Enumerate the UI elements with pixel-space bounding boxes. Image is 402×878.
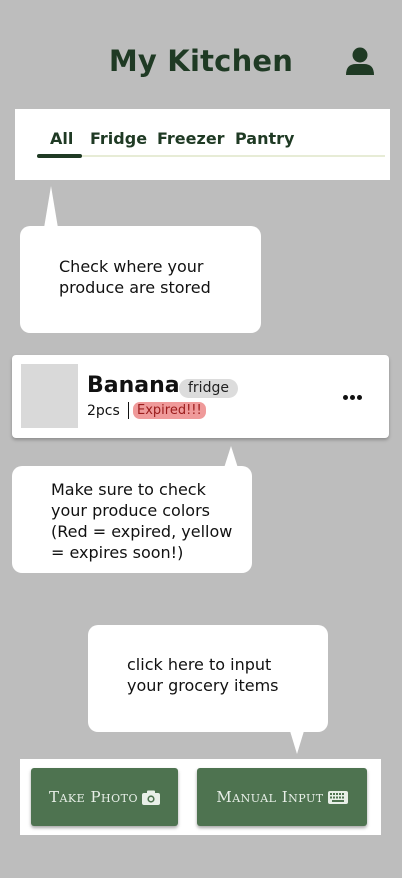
tab-fridge[interactable]: Fridge [90,129,147,148]
keyboard-icon [327,790,348,804]
tooltip-colors-line: Make sure to check [51,480,206,499]
expiry-status-badge: Expired!!! [133,402,206,419]
more-horizontal-icon[interactable] [343,385,369,405]
manual-input-label: Manual Input [216,788,324,806]
tab-freezer[interactable]: Freezer [157,129,225,148]
tooltip-colors-line: your produce colors [51,501,210,520]
camera-icon [142,790,161,805]
produce-quantity: 2pcs [87,403,120,419]
action-bar: Take Photo Manual Input [20,759,381,835]
storage-tabs: All Fridge Freezer Pantry [15,109,390,180]
tooltip-colors-tail [224,446,238,468]
page-title: My Kitchen [108,44,294,78]
tooltip-storage: Check where your produce are stored [20,226,261,333]
tooltip-input: click here to input your grocery items [88,625,328,732]
produce-item-card[interactable]: Banana fridge 2pcs Expired!!! [12,355,389,438]
tooltip-input-line: your grocery items [127,676,279,695]
tooltip-colors-line: = expires soon!) [51,543,184,562]
tooltip-colors-line: (Red = expired, yellow [51,522,233,541]
divider [128,402,129,419]
manual-input-button[interactable]: Manual Input [197,768,367,826]
tab-all[interactable]: All [50,129,73,148]
tooltip-storage-line: Check where your [59,257,204,276]
take-photo-label: Take Photo [48,788,139,806]
tooltip-storage-tail [44,186,58,228]
tab-active-indicator [37,154,82,158]
take-photo-button[interactable]: Take Photo [31,768,178,826]
tooltip-input-tail [290,731,304,754]
tooltip-input-line: click here to input [127,655,272,674]
user-icon[interactable] [346,47,374,77]
storage-location-badge: fridge [179,379,238,398]
produce-thumbnail [21,364,78,428]
tab-pantry[interactable]: Pantry [235,129,294,148]
tab-underline [37,155,385,157]
tooltip-colors: Make sure to check your produce colors (… [12,466,252,573]
tooltip-storage-line: produce are stored [59,278,211,297]
produce-name: Banana [87,373,180,398]
